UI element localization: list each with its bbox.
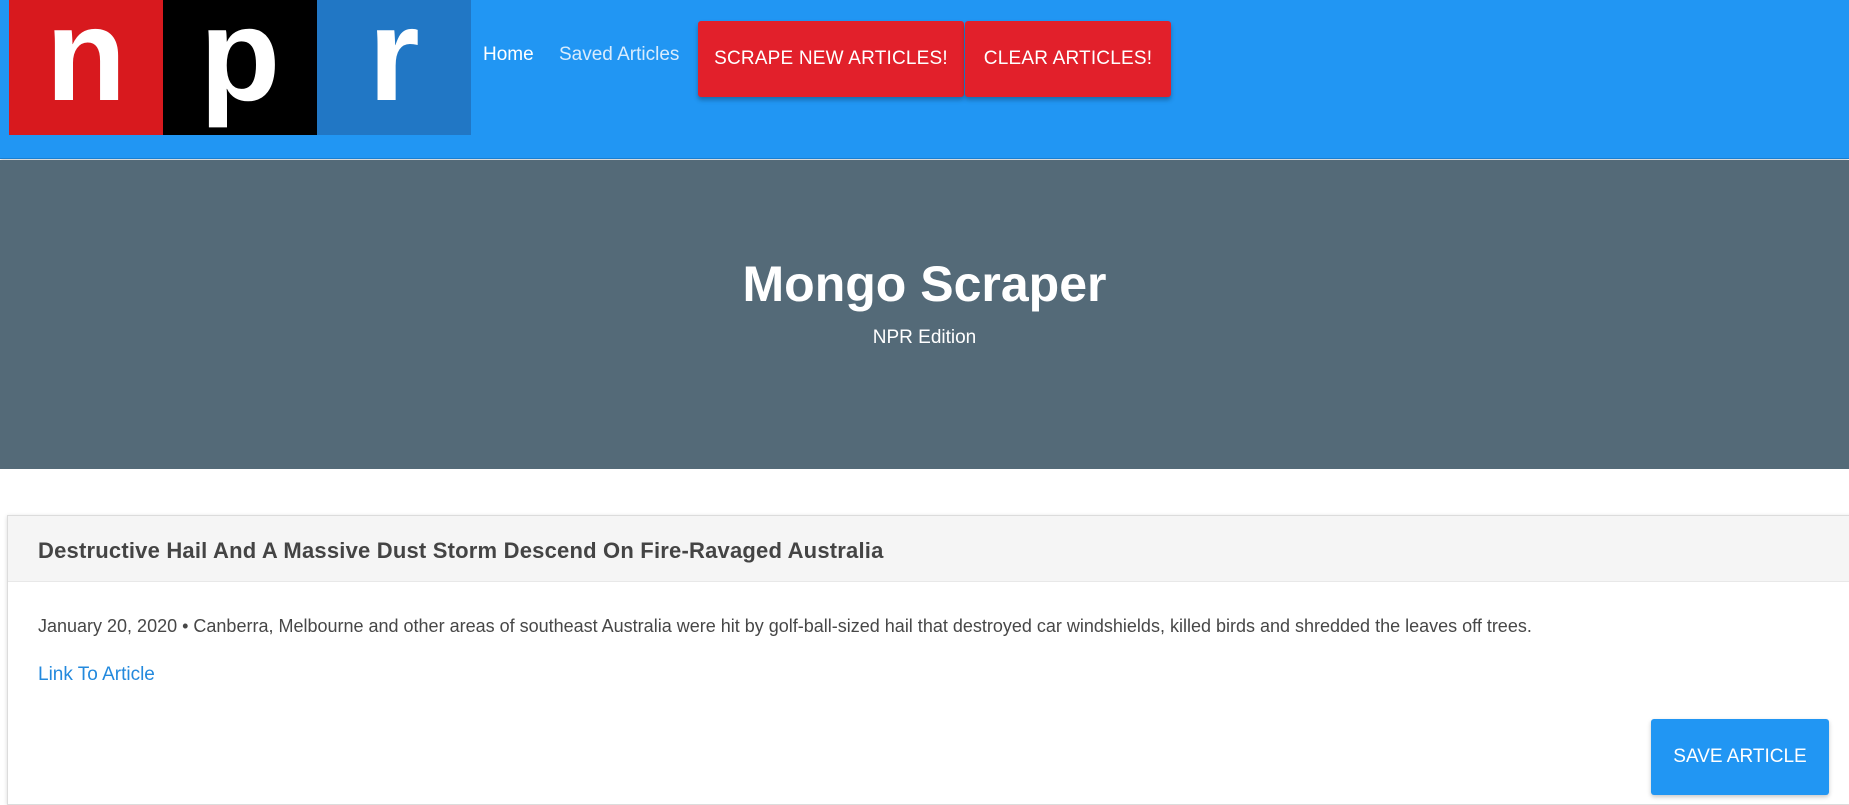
nav-home-link[interactable]: Home (483, 44, 534, 66)
logo-letter-n: n (9, 0, 163, 135)
article-title: Destructive Hail And A Massive Dust Stor… (8, 516, 1849, 582)
page-subtitle: NPR Edition (872, 327, 977, 348)
save-article-button[interactable]: SAVE ARTICLE (1651, 719, 1829, 795)
nav-saved-articles-link[interactable]: Saved Articles (559, 44, 679, 66)
logo-letter-r: r (317, 0, 471, 135)
navbar: n p r Home Saved Articles SCRAPE NEW ART… (0, 0, 1849, 159)
article-link[interactable]: Link To Article (38, 664, 155, 686)
hero-banner: Mongo Scraper NPR Edition (0, 160, 1849, 469)
clear-articles-button[interactable]: CLEAR ARTICLES! (965, 21, 1171, 97)
page-title: Mongo Scraper (742, 256, 1107, 312)
scrape-articles-button[interactable]: SCRAPE NEW ARTICLES! (698, 21, 964, 97)
article-summary: January 20, 2020 • Canberra, Melbourne a… (38, 616, 1532, 636)
logo-letter-p: p (163, 0, 317, 135)
article-card: Destructive Hail And A Massive Dust Stor… (7, 515, 1849, 805)
npr-logo[interactable]: n p r (9, 0, 471, 135)
